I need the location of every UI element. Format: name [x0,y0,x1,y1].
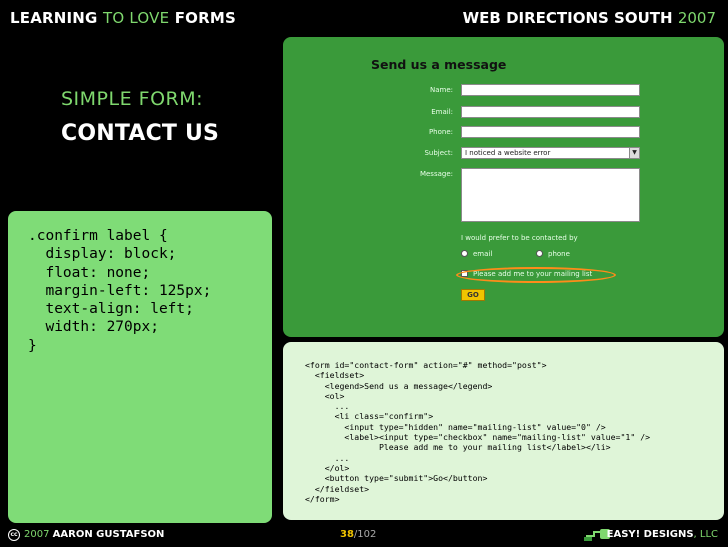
radio-email[interactable] [461,250,468,257]
conference-year: 2007 [677,9,716,27]
slide-footer: cc 2007 AARON GUSTAFSON 38/102 EASY! DES… [0,523,728,547]
css-code: .confirm label { display: block; float: … [28,228,212,354]
subject-label: Subject: [424,149,453,157]
highlight-ellipse [456,267,616,283]
title-part-to-love: TO LOVE [103,9,170,27]
phone-field[interactable] [461,126,640,138]
subject-select[interactable]: I noticed a website error ▼ [461,147,640,159]
email-label: Email: [431,108,453,116]
form-legend: Send us a message [371,57,507,72]
radio-phone[interactable] [536,250,543,257]
contact-preference-text: I would prefer to be contacted by [461,234,578,242]
page-number: 38/102 [340,529,376,540]
company-name: EASY! DESIGNS, LLC [607,529,718,540]
phone-label: Phone: [428,128,453,136]
company-title: EASY! DESIGNS [606,529,694,540]
message-textarea[interactable] [461,168,640,222]
chevron-down-icon: ▼ [629,148,639,158]
slide-header: LEARNING TO LOVE FORMS WEB DIRECTIONS SO… [0,0,728,36]
title-part-learning: LEARNING [10,9,98,27]
html-code: <form id="contact-form" action="#" metho… [305,360,651,504]
html-code-panel: <form id="contact-form" action="#" metho… [283,342,724,520]
company-llc: , LLC [693,529,718,540]
subject-selected-value: I noticed a website error [465,149,551,157]
email-field[interactable] [461,106,640,118]
slide-title: CONTACT US [61,121,220,146]
message-label: Message: [419,170,453,178]
form-screenshot: Send us a message Name: Email: Phone: Su… [283,37,724,337]
name-label: Name: [429,86,453,94]
current-page: 38 [340,529,354,540]
title-part-forms: FORMS [174,9,236,27]
author-name: AARON GUSTAFSON [52,529,165,540]
css-code-panel: .confirm label { display: block; float: … [8,211,272,523]
conference-title: WEB DIRECTIONS SOUTH [462,9,673,27]
slide-subtitle: SIMPLE FORM: [61,88,204,110]
go-button[interactable]: GO [461,289,485,301]
presentation-title: LEARNING TO LOVE FORMS [10,9,236,27]
creative-commons-icon: cc [8,529,20,541]
total-pages: /102 [353,529,377,540]
name-field[interactable] [461,84,640,96]
footer-author: 2007 AARON GUSTAFSON [24,529,164,540]
footer-year: 2007 [24,529,50,540]
conference-name: WEB DIRECTIONS SOUTH 2007 [463,9,716,27]
radio-phone-label: phone [548,250,570,258]
radio-email-label: email [473,250,493,258]
